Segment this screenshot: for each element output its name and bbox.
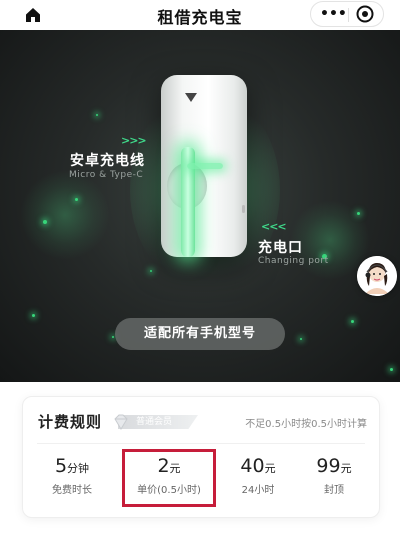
sparkle [32, 314, 35, 317]
sparkle [150, 270, 152, 272]
green-glow [20, 170, 110, 260]
stat-unit: 元 [264, 462, 276, 475]
avatar-icon [357, 256, 397, 296]
android-cable-label: 安卓充电线 [70, 153, 145, 169]
stat-value: 40 [240, 455, 265, 477]
compatibility-pill: 适配所有手机型号 [115, 318, 285, 350]
sparkle [43, 220, 47, 224]
android-cable-sublabel: Micro & Type-C [69, 170, 144, 180]
stat-label: 24小时 [241, 485, 275, 496]
sparkle [300, 338, 302, 340]
capsule-divider [348, 8, 349, 22]
member-badge-label: 普通会员 [136, 417, 173, 427]
sparkle [96, 114, 98, 116]
stat-label: 免费时长 [52, 485, 92, 496]
hero-banner: >>> 安卓充电线 Micro & Type-C <<< 充电口 Changin… [0, 30, 400, 382]
sparkle [351, 320, 354, 323]
stat-unit: 分钟 [67, 462, 90, 475]
charging-port-sublabel: Changing port [258, 256, 329, 266]
free-duration-stat: 5分钟 免费时长 [29, 455, 115, 496]
highlight-annotation-box [122, 449, 216, 507]
stat-label: 封顶 [324, 485, 344, 496]
stat-value: 5 [54, 455, 68, 477]
charging-port-label: 充电口 [258, 240, 303, 256]
billing-note: 不足0.5小时按0.5小时计算 [245, 419, 367, 430]
pricing-rules-title: 计费规则 [38, 413, 103, 431]
device-side-button [242, 205, 245, 213]
sparkle [112, 336, 114, 338]
diamond-icon [114, 414, 128, 430]
power-bank-image [161, 75, 247, 257]
customer-service-avatar[interactable] [357, 256, 397, 296]
stat-unit: 元 [340, 462, 352, 475]
top-nav-bar: 租借充电宝 ••• [0, 0, 400, 30]
sparkle [390, 368, 393, 371]
daily-price-stat: 40元 24小时 [215, 455, 301, 496]
sparkle [357, 212, 360, 215]
more-dots-icon[interactable]: ••• [320, 7, 347, 23]
triangle-mark [185, 93, 197, 102]
stat-value: 99 [316, 455, 341, 477]
mini-program-capsule: ••• [310, 1, 384, 27]
pricing-rules-card: 计费规则 普通会员 不足0.5小时按0.5小时计算 5分钟 免费时长 2元 单价… [22, 396, 380, 518]
divider [37, 443, 365, 444]
arrows-left-icon: <<< [261, 220, 287, 233]
target-icon[interactable] [356, 5, 374, 23]
sparkle [75, 198, 78, 201]
charging-cable-glow [187, 163, 223, 169]
arrows-right-icon: >>> [121, 134, 147, 147]
price-cap-stat: 99元 封顶 [291, 455, 377, 496]
